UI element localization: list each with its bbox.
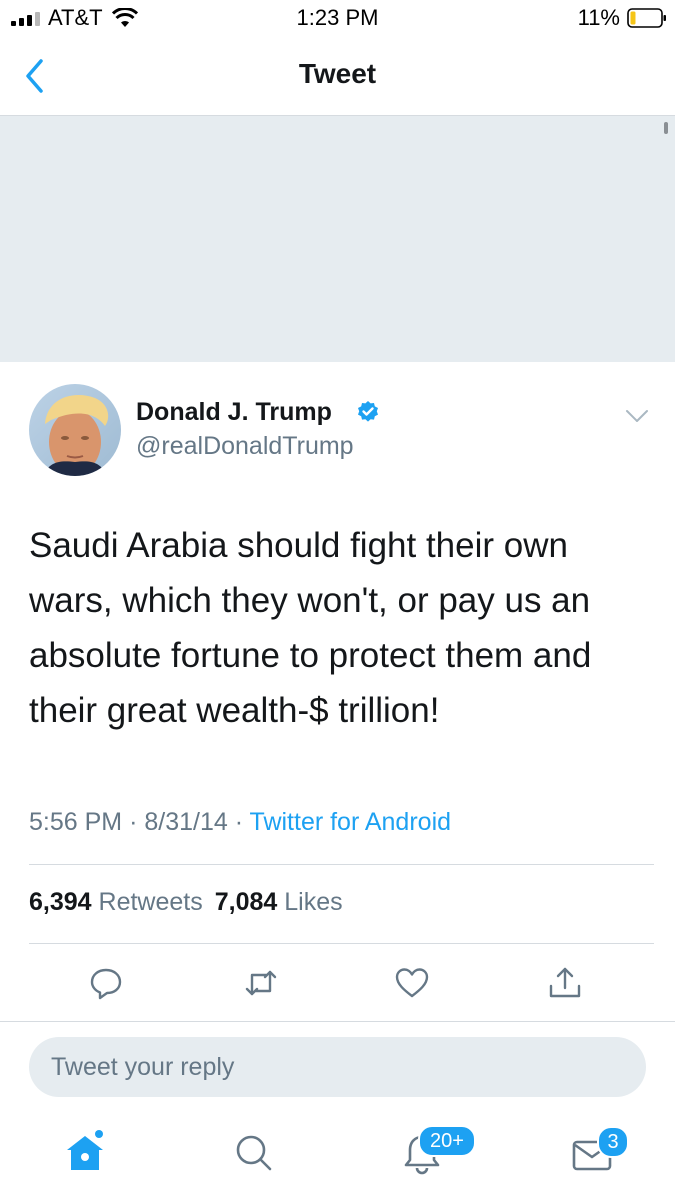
scroll-indicator — [664, 122, 668, 134]
likes-stat[interactable]: 7,084 Likes — [215, 888, 343, 916]
likes-label: Likes — [284, 888, 343, 916]
reply-input[interactable]: Tweet your reply — [29, 1037, 646, 1097]
search-icon[interactable] — [234, 1133, 274, 1173]
retweet-icon[interactable] — [243, 965, 279, 1001]
avatar[interactable] — [29, 384, 121, 476]
author-name[interactable]: Donald J. Trump — [136, 398, 332, 427]
retweets-stat[interactable]: 6,394 Retweets — [29, 888, 203, 916]
status-bar: AT&T 1:23 PM 11% — [0, 0, 675, 40]
retweets-label: Retweets — [98, 888, 203, 916]
divider — [29, 864, 654, 865]
battery-icon — [627, 8, 666, 28]
battery-percentage: 11% — [577, 5, 620, 30]
tweet-time: 5:56 PM — [29, 808, 123, 836]
avatar-image — [29, 384, 121, 476]
likes-count: 7,084 — [214, 888, 278, 916]
meta-separator: · — [129, 808, 138, 836]
tweet-stats: 6,394 Retweets 7,084 Likes — [29, 888, 343, 917]
status-time: 1:23 PM — [296, 5, 379, 30]
reply-icon[interactable] — [88, 965, 124, 1001]
tweet-metadata: 5:56 PM · 8/31/14 · Twitter for Android — [29, 808, 451, 837]
reply-placeholder: Tweet your reply — [51, 1053, 235, 1081]
tweet-source-link[interactable]: Twitter for Android — [250, 808, 451, 836]
like-icon[interactable] — [394, 965, 430, 1001]
media-placeholder — [0, 116, 675, 362]
notifications-badge: 20+ — [418, 1125, 476, 1157]
messages-badge: 3 — [597, 1126, 629, 1158]
tweet-text: Saudi Arabia should fight their own wars… — [29, 526, 592, 730]
share-icon[interactable] — [547, 965, 583, 1001]
author-handle[interactable]: @realDonaldTrump — [136, 432, 354, 461]
home-icon[interactable] — [62, 1128, 108, 1174]
divider — [29, 943, 654, 944]
divider — [0, 1021, 675, 1022]
chevron-down-icon[interactable] — [624, 406, 650, 426]
tweet-date: 8/31/14 — [144, 808, 228, 836]
navigation-bar: Tweet — [0, 40, 675, 116]
page-title: Tweet — [298, 58, 377, 89]
verified-badge-icon — [358, 401, 378, 422]
meta-separator: · — [234, 808, 244, 836]
retweets-count: 6,394 — [29, 888, 92, 916]
